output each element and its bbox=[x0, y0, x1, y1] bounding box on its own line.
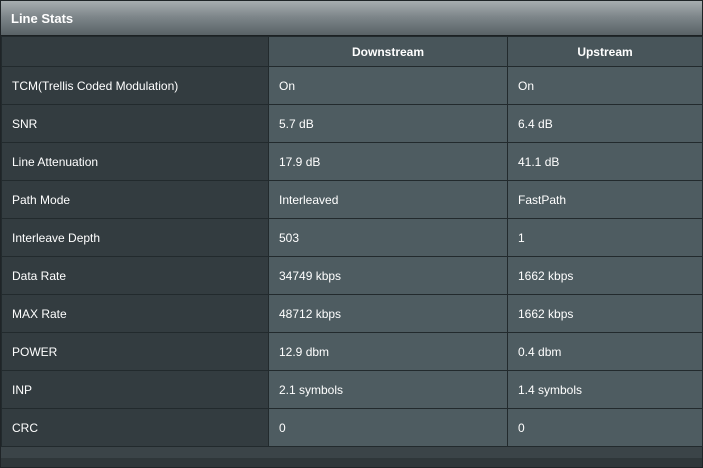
table-row: CRC 0 0 bbox=[1, 408, 703, 447]
upstream-value: 6.4 dB bbox=[507, 104, 703, 143]
downstream-value: 503 bbox=[268, 218, 508, 257]
table-row: MAX Rate 48712 kbps 1662 kbps bbox=[1, 294, 703, 333]
downstream-value: 34749 kbps bbox=[268, 256, 508, 295]
downstream-value: 0 bbox=[268, 408, 508, 447]
upstream-value: 1662 kbps bbox=[507, 294, 703, 333]
upstream-value: 41.1 dB bbox=[507, 142, 703, 181]
row-label: Path Mode bbox=[1, 180, 269, 219]
upstream-value: On bbox=[507, 66, 703, 105]
downstream-value: 2.1 symbols bbox=[268, 370, 508, 409]
panel-title: Line Stats bbox=[1, 1, 702, 36]
row-label: INP bbox=[1, 370, 269, 409]
downstream-value: 12.9 dbm bbox=[268, 332, 508, 371]
row-label: POWER bbox=[1, 332, 269, 371]
row-label: SNR bbox=[1, 104, 269, 143]
row-label: Data Rate bbox=[1, 256, 269, 295]
upstream-value: 0 bbox=[507, 408, 703, 447]
panel-footer bbox=[1, 458, 702, 467]
upstream-value: 1.4 symbols bbox=[507, 370, 703, 409]
upstream-value: 1662 kbps bbox=[507, 256, 703, 295]
row-label: Line Attenuation bbox=[1, 142, 269, 181]
table-row: SNR 5.7 dB 6.4 dB bbox=[1, 104, 703, 143]
table-row: POWER 12.9 dbm 0.4 dbm bbox=[1, 332, 703, 371]
line-stats-table: Downstream Upstream TCM(Trellis Coded Mo… bbox=[1, 36, 703, 447]
downstream-value: Interleaved bbox=[268, 180, 508, 219]
row-label: CRC bbox=[1, 408, 269, 447]
row-label: MAX Rate bbox=[1, 294, 269, 333]
table-row: Interleave Depth 503 1 bbox=[1, 218, 703, 257]
upstream-value: 1 bbox=[507, 218, 703, 257]
table-row: Line Attenuation 17.9 dB 41.1 dB bbox=[1, 142, 703, 181]
downstream-value: 17.9 dB bbox=[268, 142, 508, 181]
header-upstream: Upstream bbox=[507, 36, 703, 67]
downstream-value: On bbox=[268, 66, 508, 105]
table-row: Path Mode Interleaved FastPath bbox=[1, 180, 703, 219]
row-label: TCM(Trellis Coded Modulation) bbox=[1, 66, 269, 105]
table-header-row: Downstream Upstream bbox=[1, 36, 703, 67]
line-stats-panel: Line Stats Downstream Upstream TCM(Trell… bbox=[0, 0, 703, 468]
table-row: TCM(Trellis Coded Modulation) On On bbox=[1, 66, 703, 105]
table-row: INP 2.1 symbols 1.4 symbols bbox=[1, 370, 703, 409]
header-corner-cell bbox=[1, 36, 269, 67]
row-label: Interleave Depth bbox=[1, 218, 269, 257]
upstream-value: 0.4 dbm bbox=[507, 332, 703, 371]
table-row: Data Rate 34749 kbps 1662 kbps bbox=[1, 256, 703, 295]
upstream-value: FastPath bbox=[507, 180, 703, 219]
downstream-value: 5.7 dB bbox=[268, 104, 508, 143]
header-downstream: Downstream bbox=[268, 36, 508, 67]
downstream-value: 48712 kbps bbox=[268, 294, 508, 333]
